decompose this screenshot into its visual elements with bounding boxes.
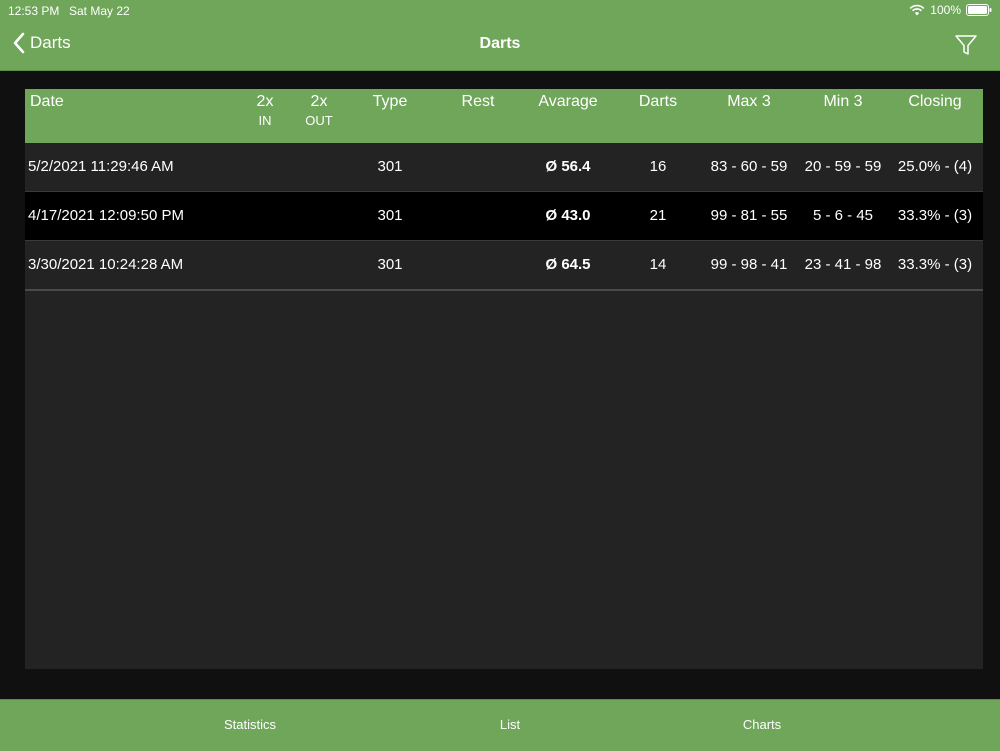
header-closing: Closing xyxy=(908,93,962,110)
tab-bar: Statistics List Charts xyxy=(0,699,1000,751)
back-button[interactable]: Darts xyxy=(12,32,71,54)
header-double-out-sub: OUT xyxy=(305,113,333,128)
row-min3: 20 - 59 - 59 xyxy=(804,158,882,175)
header-date: Date xyxy=(30,93,64,110)
header-rest: Rest xyxy=(461,93,495,110)
status-time: 12:53 PM xyxy=(8,4,60,18)
battery-percent: 100% xyxy=(930,3,961,17)
wifi-icon xyxy=(909,4,925,16)
table-header: Date 2x IN 2x OUT Type Rest Avarage Dart… xyxy=(25,89,983,143)
header-double-out-label: 2x xyxy=(310,93,328,110)
tab-statistics[interactable]: Statistics xyxy=(190,717,310,732)
row-darts: 14 xyxy=(649,256,667,273)
row-max3: 99 - 98 - 41 xyxy=(710,256,788,273)
status-date: Sat May 22 xyxy=(69,4,130,18)
table-divider xyxy=(25,289,983,291)
tab-list[interactable]: List xyxy=(450,717,570,732)
row-max3: 99 - 81 - 55 xyxy=(710,207,788,224)
row-average: Ø 56.4 xyxy=(545,158,591,175)
row-min3: 23 - 41 - 98 xyxy=(804,256,882,273)
row-type: 301 xyxy=(377,256,403,273)
header-darts: Darts xyxy=(638,93,678,110)
table-row[interactable]: 5/2/2021 11:29:46 AM 301 Ø 56.4 16 83 - … xyxy=(25,143,983,192)
battery-icon xyxy=(966,4,992,16)
header-max3: Max 3 xyxy=(727,93,771,110)
row-date: 5/2/2021 11:29:46 AM xyxy=(28,158,174,175)
header-double-in-label: 2x xyxy=(256,93,274,110)
status-indicators: 100% xyxy=(909,3,992,17)
row-darts: 21 xyxy=(649,207,667,224)
tab-charts[interactable]: Charts xyxy=(702,717,822,732)
filter-icon[interactable] xyxy=(954,33,978,57)
header-min3: Min 3 xyxy=(823,93,863,110)
back-label: Darts xyxy=(30,33,71,52)
row-average: Ø 64.5 xyxy=(545,256,591,273)
row-type: 301 xyxy=(377,207,403,224)
table-row[interactable]: 3/30/2021 10:24:28 AM 301 Ø 64.5 14 99 -… xyxy=(25,241,983,290)
page-title: Darts xyxy=(479,35,521,52)
row-date: 4/17/2021 12:09:50 PM xyxy=(28,207,184,224)
navigation-bar: 12:53 PM Sat May 22 100% Darts Darts xyxy=(0,0,1000,71)
row-average: Ø 43.0 xyxy=(545,207,591,224)
row-date: 3/30/2021 10:24:28 AM xyxy=(28,256,184,273)
header-double-in: 2x IN xyxy=(245,93,285,128)
row-closing: 25.0% - (4) xyxy=(897,158,973,175)
row-closing: 33.3% - (3) xyxy=(897,256,973,273)
table-row[interactable]: 4/17/2021 12:09:50 PM 301 Ø 43.0 21 99 -… xyxy=(25,192,983,241)
row-type: 301 xyxy=(377,158,403,175)
row-closing: 33.3% - (3) xyxy=(897,207,973,224)
header-type: Type xyxy=(372,93,408,110)
row-darts: 16 xyxy=(649,158,667,175)
header-double-out: 2x OUT xyxy=(297,93,341,128)
header-average: Avarage xyxy=(538,93,598,110)
header-double-in-sub: IN xyxy=(258,113,272,128)
chevron-left-icon xyxy=(13,32,25,54)
game-list-table: Date 2x IN 2x OUT Type Rest Avarage Dart… xyxy=(25,89,983,669)
row-max3: 83 - 60 - 59 xyxy=(710,158,788,175)
row-min3: 5 - 6 - 45 xyxy=(812,207,874,224)
